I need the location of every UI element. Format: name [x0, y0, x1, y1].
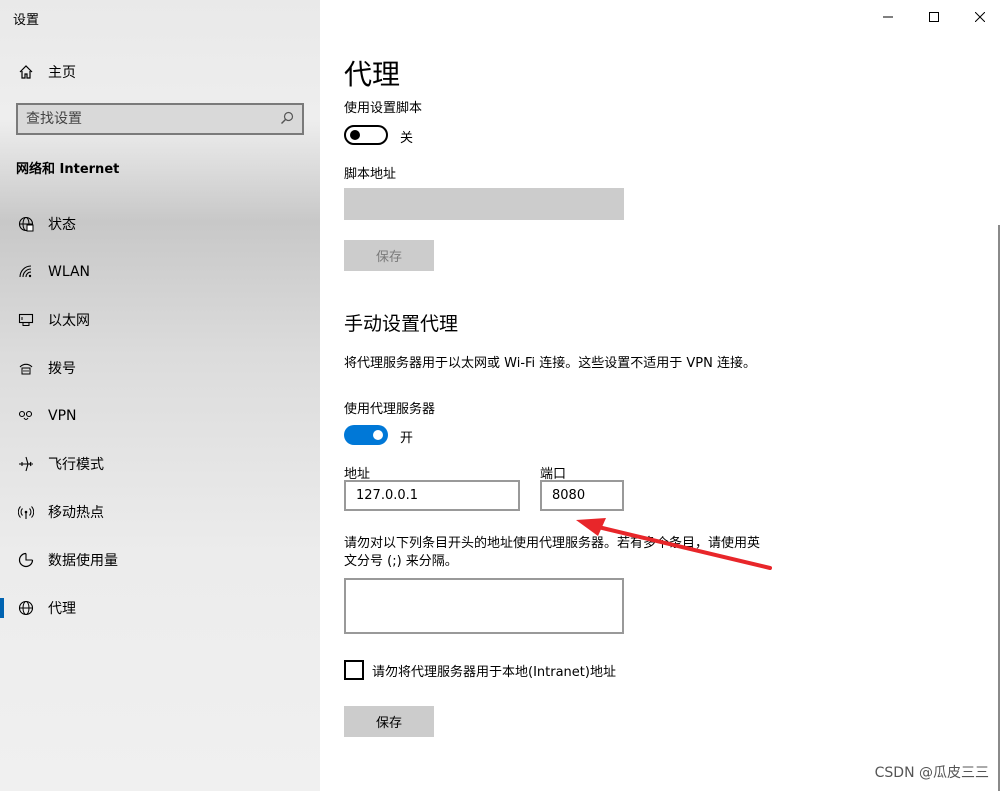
sidebar-item-label: 主页 — [48, 65, 76, 81]
status-globe-icon — [16, 214, 36, 234]
sidebar-item-dialup[interactable]: 拨号 — [0, 344, 320, 392]
sidebar-item-ethernet[interactable]: 以太网 — [0, 296, 320, 344]
use-proxy-toggle[interactable] — [344, 425, 388, 445]
home-icon — [16, 64, 36, 80]
use-script-toggle[interactable] — [344, 125, 388, 145]
scrollbar[interactable] — [998, 225, 1000, 791]
port-input[interactable]: 8080 — [540, 480, 624, 511]
sidebar-item-airplane[interactable]: 飞行模式 — [0, 440, 320, 488]
app-title: 设置 — [13, 13, 40, 28]
proxy-save-button[interactable]: 保存 — [344, 706, 434, 737]
sidebar-item-label: 代理 — [48, 601, 76, 617]
address-input[interactable]: 127.0.0.1 — [344, 480, 520, 511]
sidebar-item-label: 移动热点 — [48, 505, 104, 521]
section-title: 网络和 Internet — [16, 162, 120, 177]
exceptions-textarea[interactable] — [344, 578, 624, 634]
globe-icon — [16, 598, 36, 618]
main-content: 代理 使用设置脚本 关 脚本地址 保存 手动设置代理 将代理服务器用于以太网或 … — [344, 0, 984, 791]
annotation-arrow-icon — [576, 518, 772, 570]
sidebar-item-data-usage[interactable]: 数据使用量 — [0, 536, 320, 584]
search-icon[interactable] — [280, 110, 294, 129]
sidebar-item-vpn[interactable]: VPN — [0, 392, 320, 440]
watermark: CSDN @瓜皮三三 — [874, 765, 989, 781]
manual-proxy-description: 将代理服务器用于以太网或 Wi-Fi 连接。这些设置不适用于 VPN 连接。 — [344, 356, 757, 371]
manual-proxy-heading: 手动设置代理 — [344, 313, 459, 335]
data-usage-icon — [16, 550, 36, 570]
sidebar-item-status[interactable]: 状态 — [0, 200, 320, 248]
sidebar-item-label: 状态 — [48, 217, 76, 233]
exceptions-description-line2: 文分号 (;) 来分隔。 — [344, 554, 458, 569]
sidebar-item-hotspot[interactable]: 移动热点 — [0, 488, 320, 536]
sidebar-item-proxy[interactable]: 代理 — [0, 584, 320, 632]
sidebar-item-label: 拨号 — [48, 361, 76, 377]
use-proxy-label: 使用代理服务器 — [344, 402, 436, 417]
vpn-icon — [16, 406, 36, 426]
sidebar-item-label: VPN — [48, 408, 77, 424]
hotspot-icon — [16, 502, 36, 522]
dialup-icon — [16, 358, 36, 378]
ethernet-icon — [16, 310, 36, 330]
sidebar-item-wlan[interactable]: WLAN — [0, 248, 320, 296]
local-address-checkbox[interactable] — [344, 660, 364, 680]
sidebar: 设置 主页 网络和 Internet 状态 WLAN — [0, 0, 320, 791]
use-script-label: 使用设置脚本 — [344, 101, 423, 116]
use-proxy-state: 开 — [400, 431, 414, 446]
search-box[interactable] — [16, 103, 304, 135]
local-address-checkbox-label: 请勿将代理服务器用于本地(Intranet)地址 — [372, 665, 616, 680]
sidebar-item-home[interactable]: 主页 — [16, 62, 76, 82]
search-input[interactable] — [26, 111, 280, 127]
sidebar-item-label: 飞行模式 — [48, 457, 104, 473]
sidebar-item-label: 以太网 — [48, 313, 90, 329]
airplane-icon — [16, 454, 36, 474]
sidebar-item-label: WLAN — [48, 264, 91, 280]
sidebar-item-label: 数据使用量 — [48, 553, 118, 569]
sidebar-nav: 状态 WLAN 以太网 拨号 VPN 飞行模式 移动热点 数据使用量 代理 — [0, 200, 320, 632]
use-script-state: 关 — [400, 131, 414, 146]
page-title: 代理 — [344, 58, 401, 91]
script-address-label: 脚本地址 — [344, 167, 397, 182]
script-address-input[interactable] — [344, 188, 624, 220]
wifi-icon — [16, 262, 36, 282]
script-save-button[interactable]: 保存 — [344, 240, 434, 271]
